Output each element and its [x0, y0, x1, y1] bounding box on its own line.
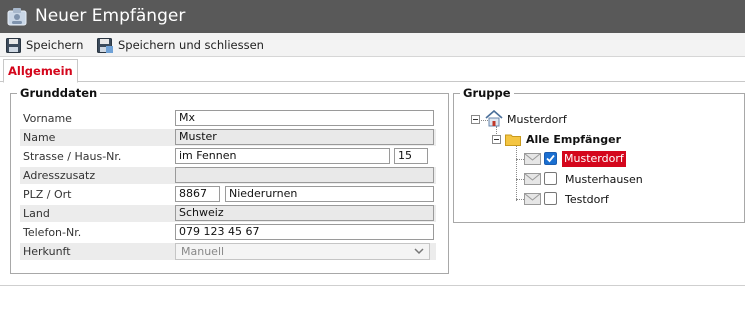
chevron-down-icon [414, 248, 424, 255]
save-button-label: Speichern [26, 38, 84, 52]
herkunft-select-value: Manuell [181, 245, 225, 258]
row-adresszusatz: Adresszusatz [20, 167, 436, 184]
tree-line [516, 159, 524, 160]
tree-folder-label[interactable]: Alle Empfänger [526, 133, 621, 147]
name-input[interactable]: Muster [175, 129, 434, 145]
plz-ort-label: PLZ / Ort [23, 188, 72, 201]
gruppe-legend: Gruppe [463, 86, 511, 100]
land-label: Land [23, 207, 50, 220]
footer-area [0, 286, 745, 328]
row-strasse: Strasse / Haus-Nr. im Fennen 15 [20, 148, 436, 165]
row-plz-ort: PLZ / Ort 8867 Niederurnen [20, 186, 436, 203]
row-land: Land Schweiz [20, 205, 436, 222]
herkunft-select[interactable]: Manuell [175, 243, 430, 260]
row-vorname: Vorname Mx [20, 110, 436, 127]
ort-input[interactable]: Niederurnen [225, 186, 434, 202]
contact-card-icon [7, 8, 27, 26]
collapse-toggle-icon[interactable] [492, 135, 501, 144]
tab-bar: Allgemein [0, 57, 745, 83]
collapse-toggle-icon[interactable] [471, 115, 480, 124]
tree-line [516, 199, 524, 200]
row-herkunft: Herkunft Manuell [20, 243, 436, 260]
tree-line [516, 146, 517, 201]
grunddaten-legend: Grunddaten [20, 86, 98, 100]
window-title: Neuer Empfänger [35, 6, 186, 26]
checkmark-icon [546, 154, 555, 163]
vorname-input[interactable]: Mx [175, 110, 434, 126]
window-titlebar: Neuer Empfänger [0, 0, 745, 33]
vorname-label: Vorname [23, 112, 72, 125]
save-button[interactable]: Speichern [6, 36, 83, 54]
tree-item-label[interactable]: Musterhausen [565, 173, 643, 187]
tree-item-label-selected[interactable]: Musterdorf [562, 151, 626, 167]
tree-item-checkbox[interactable] [544, 192, 557, 205]
strasse-label: Strasse / Haus-Nr. [23, 150, 122, 163]
hausnummer-input[interactable]: 15 [394, 148, 428, 164]
name-label: Name [23, 131, 56, 144]
herkunft-label: Herkunft [23, 245, 71, 258]
tree-line [516, 179, 524, 180]
adresszusatz-input[interactable] [175, 167, 434, 183]
land-input[interactable]: Schweiz [175, 205, 434, 221]
tree-item-checkbox[interactable] [544, 172, 557, 185]
tab-panel-allgemein: Grunddaten Vorname Mx Name Muster Strass… [0, 82, 745, 285]
envelope-icon [524, 153, 541, 165]
tree-item-label[interactable]: Testdorf [565, 193, 609, 207]
row-telefon: Telefon-Nr. 079 123 45 67 [20, 224, 436, 241]
envelope-icon [524, 193, 541, 205]
telefon-input[interactable]: 079 123 45 67 [175, 224, 434, 240]
folder-icon [505, 134, 521, 146]
floppy-disk-icon [6, 37, 21, 53]
save-and-close-button-label: Speichern und schliessen [118, 38, 264, 52]
strasse-input[interactable]: im Fennen [175, 148, 390, 164]
floppy-disk-close-icon [97, 37, 113, 53]
plz-input[interactable]: 8867 [175, 186, 220, 202]
adresszusatz-label: Adresszusatz [23, 169, 96, 182]
tree-root-label[interactable]: Musterdorf [507, 113, 567, 127]
tab-allgemein[interactable]: Allgemein [3, 59, 78, 83]
save-and-close-button[interactable]: Speichern und schliessen [97, 36, 264, 54]
home-icon [485, 110, 503, 127]
telefon-label: Telefon-Nr. [23, 226, 82, 239]
row-name: Name Muster [20, 129, 436, 146]
toolbar: Speichern Speichern und schliessen [0, 33, 745, 57]
envelope-icon [524, 173, 541, 185]
tree-item-checkbox[interactable] [544, 152, 557, 165]
